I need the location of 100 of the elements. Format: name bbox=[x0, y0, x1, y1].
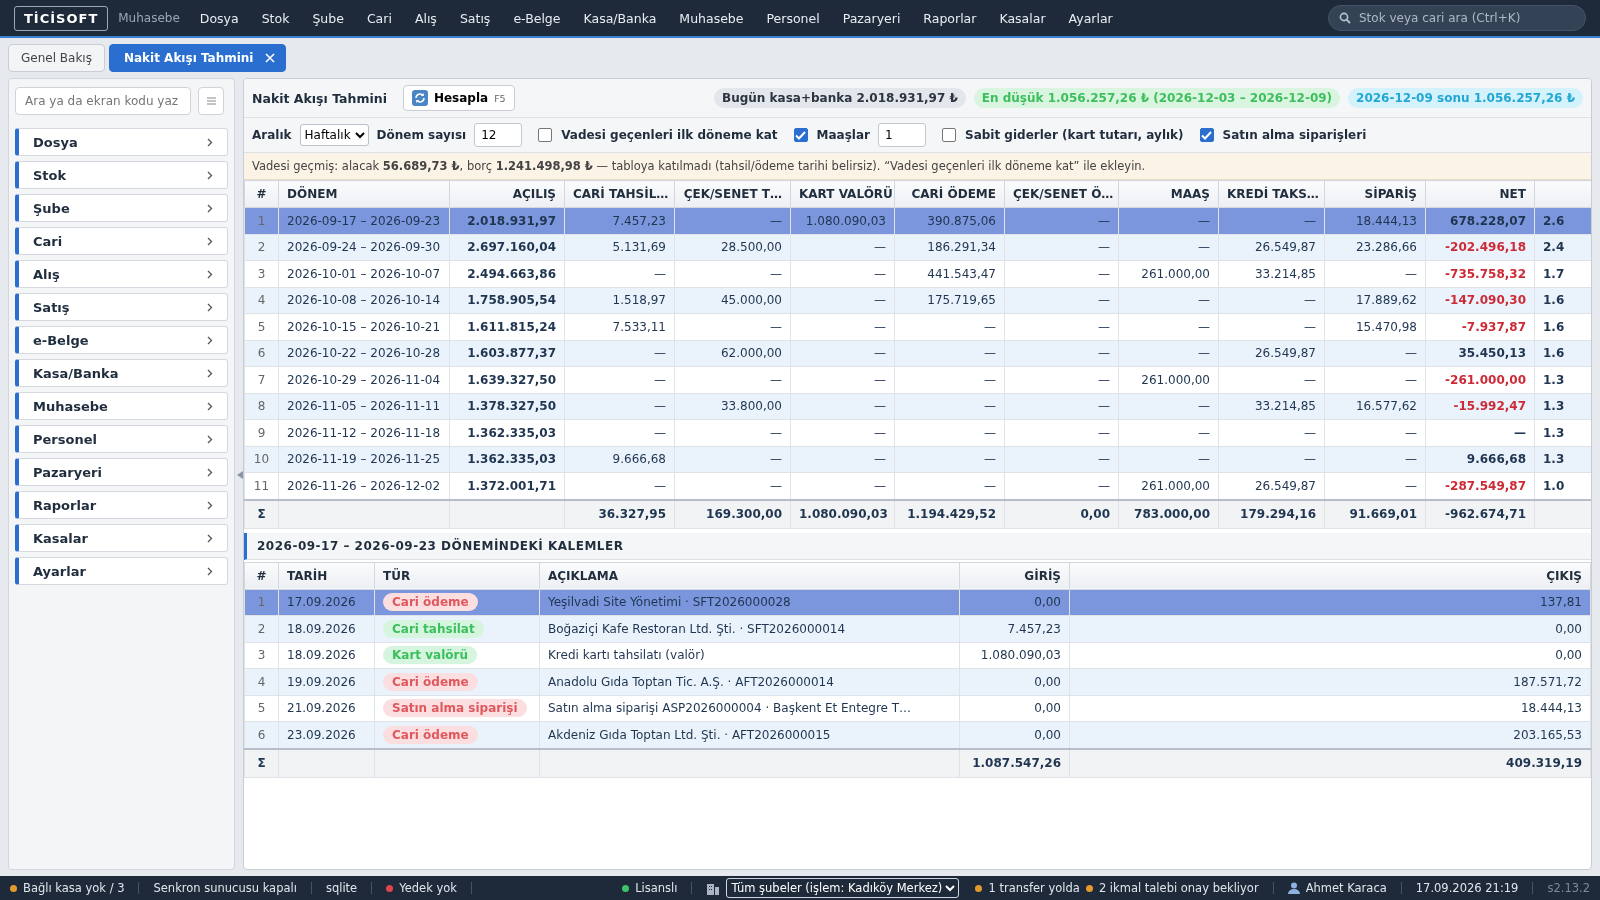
table-row[interactable]: 6 2026-10-22 – 2026-10-28 1.603.877,37 — 62.000,00 — — — — 26.549,87 — 35.450,13 1.6 bbox=[244, 340, 1591, 367]
table-row[interactable]: 7 2026-10-29 – 2026-11-04 1.639.327,50 — — — — — 261.000,00 — — -261.000,00 1.3 bbox=[244, 366, 1591, 393]
sidebar-item[interactable]: Kasalar bbox=[15, 524, 228, 552]
sidebar-item[interactable]: Ayarlar bbox=[15, 557, 228, 585]
column-header[interactable]: ÇEK/SENET Ö… bbox=[1004, 180, 1119, 208]
table-row[interactable]: 8 2026-11-05 – 2026-11-11 1.378.327,50 — 33.800,00 — — — — 33.214,85 16.577,62 -15.992,47 1.3 bbox=[244, 393, 1591, 420]
sidebar-item[interactable]: e-Belge bbox=[15, 326, 228, 354]
table-row[interactable]: 2 2026-09-24 – 2026-09-30 2.697.160,04 5.131,69 28.500,00 — 186.291,34 — — 26.549,87 23.286,66 -202.496,18 2.4 bbox=[244, 234, 1591, 261]
table-cell: — bbox=[674, 313, 791, 340]
column-header[interactable]: TÜR bbox=[374, 562, 540, 589]
table-row[interactable]: 6 23.09.2026 Cari ödeme Akdeniz Gıda Toptan Ltd. Şti. · AFT2026000015 0,00 203.165,53 bbox=[244, 721, 1591, 749]
menu-item[interactable]: Personel bbox=[766, 10, 820, 26]
table-cell: — bbox=[894, 366, 1005, 393]
menu-item[interactable]: Kasalar bbox=[999, 10, 1046, 26]
total-cell: 169.300,00 bbox=[674, 499, 791, 528]
sidebar-item[interactable]: Şube bbox=[15, 194, 228, 222]
table-cell: 1.518,97 bbox=[564, 287, 675, 314]
tab[interactable]: Genel Bakış bbox=[8, 44, 105, 72]
column-header[interactable]: ÇIKIŞ bbox=[1069, 562, 1591, 589]
checkbox[interactable] bbox=[538, 128, 553, 142]
menu-item[interactable]: Dosya bbox=[199, 10, 239, 26]
sidebar-item[interactable]: Muhasebe bbox=[15, 392, 228, 420]
table-row[interactable]: 1 2026-09-17 – 2026-09-23 2.018.931,97 7.457,23 — 1.080.090,03 390.875,06 — — — 18.444,13 678.228,07 2.6 bbox=[244, 207, 1591, 234]
checkbox[interactable] bbox=[793, 128, 808, 142]
status-text: 2 ikmal talebi onay bekliyor bbox=[1098, 881, 1259, 895]
table-row[interactable]: 2 18.09.2026 Cari tahsilat Boğaziçi Kafe Restoran Ltd. Şti. · SFT2026000014 7.457,23 0,00 bbox=[244, 615, 1591, 642]
column-header[interactable]: DÖNEM bbox=[278, 180, 450, 208]
sidebar-item[interactable]: Raporlar bbox=[15, 491, 228, 519]
menu-item[interactable]: Şube bbox=[312, 10, 344, 26]
column-header[interactable]: KART VALÖRÜ bbox=[790, 180, 895, 208]
column-header[interactable]: TARİH bbox=[278, 562, 375, 589]
table-cell: 6 bbox=[244, 340, 279, 367]
menu-item[interactable]: Alış bbox=[414, 10, 437, 26]
sidebar-item[interactable]: Cari bbox=[15, 227, 228, 255]
column-header[interactable]: # bbox=[244, 562, 279, 589]
table-cell: 5 bbox=[244, 695, 279, 722]
user-name[interactable]: Ahmet Karaca bbox=[1305, 881, 1387, 895]
sidebar-item[interactable]: Pazaryeri bbox=[15, 458, 228, 486]
menu-item[interactable]: Stok bbox=[261, 10, 290, 26]
version-text: s2.13.2 bbox=[1547, 881, 1590, 895]
table-cell: — bbox=[894, 419, 1005, 446]
column-header[interactable]: GİRİŞ bbox=[959, 562, 1070, 589]
tab[interactable]: Nakit Akışı Tahmini bbox=[108, 44, 287, 72]
column-header[interactable]: SİPARİŞ bbox=[1324, 180, 1426, 208]
table-cell: 2026-09-24 – 2026-09-30 bbox=[278, 234, 450, 261]
menu-item[interactable]: Ayarlar bbox=[1068, 10, 1113, 26]
table-row[interactable]: 1 17.09.2026 Cari ödeme Yeşilvadi Site Yönetimi · SFT2026000028 0,00 137,81 bbox=[244, 589, 1591, 616]
table-row[interactable]: 3 18.09.2026 Kart valörü Kredi kartı tahsilatı (valör) 1.080.090,03 0,00 bbox=[244, 642, 1591, 669]
menu-item[interactable]: Cari bbox=[366, 10, 392, 26]
column-header[interactable]: CARİ TAHSİL… bbox=[564, 180, 675, 208]
column-header[interactable]: AÇIKLAMA bbox=[539, 562, 960, 589]
column-header[interactable]: AÇILIŞ bbox=[449, 180, 565, 208]
sidebar-item[interactable]: Kasa/Banka bbox=[15, 359, 228, 387]
table-row[interactable]: 5 2026-10-15 – 2026-10-21 1.611.815,24 7.533,11 — — — — — — 15.470,98 -7.937,87 1.6 bbox=[244, 313, 1591, 340]
table-row[interactable]: 10 2026-11-19 – 2026-11-25 1.362.335,03 9.666,68 — — — — — — — 9.666,68 1.3 bbox=[244, 446, 1591, 473]
checkbox[interactable] bbox=[942, 128, 956, 142]
branch-select[interactable]: Tüm şubeler (işlem: Kadıköy Merkez) bbox=[726, 878, 960, 898]
search-field[interactable]: Stok veya cari ara (Ctrl+K) bbox=[1328, 5, 1586, 31]
number-field[interactable]: 1 bbox=[878, 123, 926, 147]
chevron-right-icon bbox=[207, 368, 213, 378]
total-cell: -962.674,71 bbox=[1425, 499, 1535, 528]
sidebar-item[interactable]: Alış bbox=[15, 260, 228, 288]
checkbox[interactable] bbox=[1199, 128, 1214, 142]
search-icon bbox=[1339, 12, 1351, 24]
sidebar-item[interactable]: Stok bbox=[15, 161, 228, 189]
column-header[interactable]: KREDİ TAKS… bbox=[1218, 180, 1325, 208]
table-cell: 18.444,13 bbox=[1324, 207, 1426, 234]
close-icon[interactable] bbox=[265, 53, 276, 63]
calculate-button[interactable]: Hesapla F5 bbox=[402, 85, 515, 111]
column-header[interactable]: CARİ ÖDEME bbox=[894, 180, 1005, 208]
list-icon bbox=[206, 97, 216, 105]
column-header[interactable]: NET bbox=[1425, 180, 1535, 208]
building-icon bbox=[706, 881, 721, 895]
sidebar-item[interactable]: Satış bbox=[15, 293, 228, 321]
sidebar-item[interactable]: Personel bbox=[15, 425, 228, 453]
table-cell: 3 bbox=[244, 642, 279, 669]
menu-item[interactable]: Pazaryeri bbox=[842, 10, 901, 26]
sidebar-item[interactable]: Dosya bbox=[15, 128, 228, 156]
table-row[interactable]: 4 2026-10-08 – 2026-10-14 1.758.905,54 1.518,97 45.000,00 — 175.719,65 — — — 17.889,62 -147.090,30 1.6 bbox=[244, 287, 1591, 314]
logo[interactable]: TİCİSOFT bbox=[14, 5, 109, 31]
menu-item[interactable]: Kasa/Banka bbox=[583, 10, 657, 26]
table-row[interactable]: 3 2026-10-01 – 2026-10-07 2.494.663,86 — — — 441.543,47 — 261.000,00 33.214,85 — -735.758,32 1.7 bbox=[244, 260, 1591, 287]
column-header[interactable]: MAAŞ bbox=[1118, 180, 1219, 208]
menu-item[interactable]: Raporlar bbox=[923, 10, 977, 26]
table-row[interactable]: 9 2026-11-12 – 2026-11-18 1.362.335,03 — — — — — — — — — 1.3 bbox=[244, 419, 1591, 446]
table-cell: — bbox=[1118, 207, 1219, 234]
menu-item[interactable]: e-Belge bbox=[513, 10, 561, 26]
table-row[interactable]: 5 21.09.2026 Satın alma siparişi Satın alma siparişi ASP2026000004 · Başkent Et Entegre T… 0,00 18.444,13 bbox=[244, 695, 1591, 722]
menu-item[interactable]: Muhasebe bbox=[679, 10, 744, 26]
table-cell: — bbox=[674, 207, 791, 234]
interval-select[interactable]: Haftalık bbox=[299, 124, 369, 146]
column-header[interactable]: # bbox=[244, 180, 279, 208]
table-cell: 17.889,62 bbox=[1324, 287, 1426, 314]
table-row[interactable]: 4 19.09.2026 Cari ödeme Anadolu Gıda Toptan Tic. A.Ş. · AFT2026000014 0,00 187.571,72 bbox=[244, 668, 1591, 695]
chevron-right-icon bbox=[207, 566, 213, 576]
chevron-right-icon bbox=[207, 203, 213, 213]
menu-item[interactable]: Satış bbox=[459, 10, 491, 26]
column-header[interactable]: ÇEK/SENET T… bbox=[674, 180, 791, 208]
table-cell: — bbox=[790, 260, 895, 287]
number-field[interactable]: 12 bbox=[474, 123, 523, 147]
